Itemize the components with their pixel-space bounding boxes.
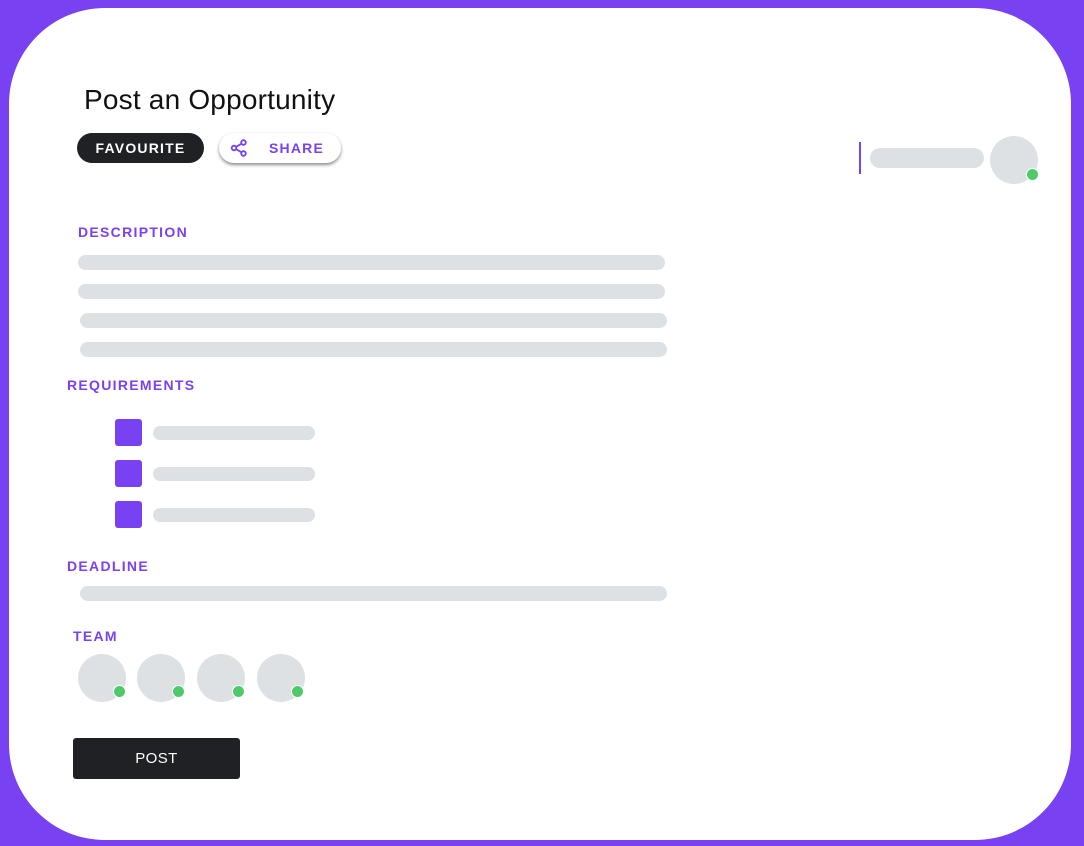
opportunity-card: Post an Opportunity FAVOURITE SHARE DESC…	[9, 8, 1071, 840]
requirement-checkbox[interactable]	[115, 419, 142, 446]
team-member-online-indicator	[172, 685, 185, 698]
requirement-text-placeholder	[153, 467, 315, 481]
description-line	[80, 313, 667, 328]
requirement-text-placeholder	[153, 508, 315, 522]
team-heading: TEAM	[73, 628, 118, 644]
deadline-placeholder[interactable]	[80, 586, 667, 601]
app-background: Post an Opportunity FAVOURITE SHARE DESC…	[0, 0, 1084, 846]
requirement-checkbox[interactable]	[115, 501, 142, 528]
share-label: SHARE	[269, 140, 325, 156]
team-member-online-indicator	[291, 685, 304, 698]
description-line	[78, 284, 665, 299]
share-icon	[230, 139, 247, 157]
text-cursor-indicator	[859, 142, 861, 174]
requirement-text-placeholder	[153, 426, 315, 440]
requirement-checkbox[interactable]	[115, 460, 142, 487]
deadline-heading: DEADLINE	[67, 558, 149, 574]
team-member-online-indicator	[113, 685, 126, 698]
user-online-indicator	[1026, 168, 1039, 181]
user-name-placeholder	[870, 148, 984, 168]
page-title: Post an Opportunity	[84, 84, 336, 115]
share-button[interactable]: SHARE	[219, 133, 341, 163]
favourite-button[interactable]: FAVOURITE	[77, 133, 204, 163]
requirements-heading: REQUIREMENTS	[67, 377, 196, 393]
team-member-online-indicator	[232, 685, 245, 698]
description-heading: DESCRIPTION	[78, 224, 188, 240]
post-button[interactable]: POST	[73, 738, 240, 779]
description-line	[80, 342, 667, 357]
description-line	[78, 255, 665, 270]
